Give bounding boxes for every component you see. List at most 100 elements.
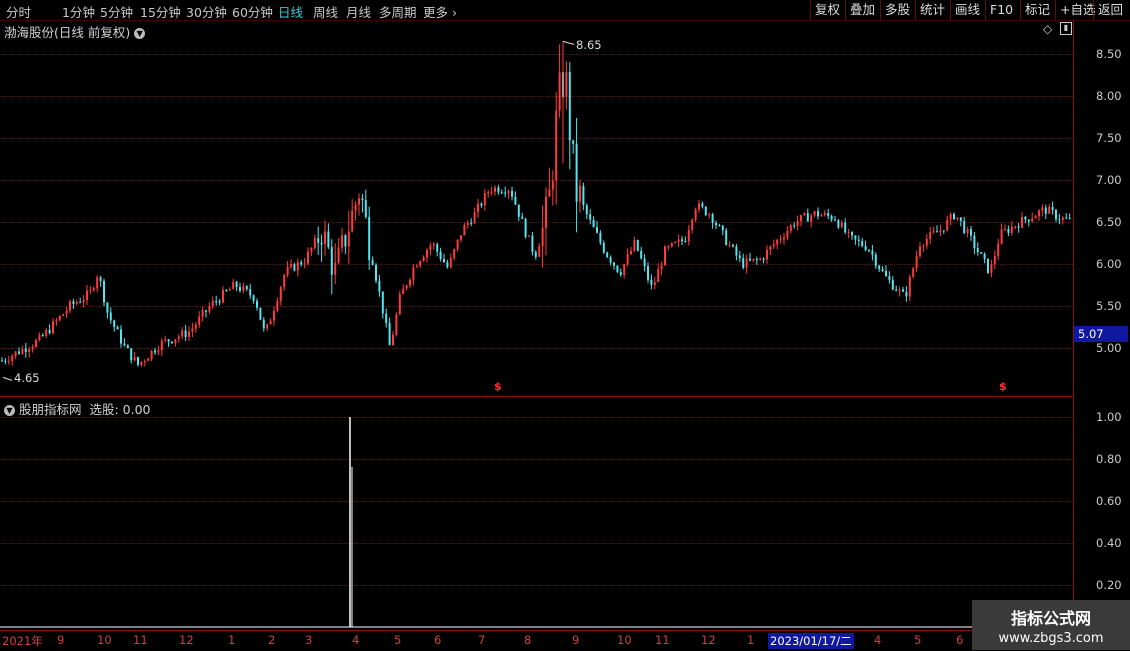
candle-body bbox=[823, 213, 826, 216]
period-tab[interactable]: 多周期 bbox=[379, 2, 417, 21]
period-tab[interactable]: 月线 bbox=[346, 2, 371, 21]
high-pointer bbox=[562, 40, 575, 45]
candle-body bbox=[143, 361, 146, 362]
candle-body bbox=[215, 301, 218, 303]
candle-body bbox=[613, 262, 615, 266]
period-tab[interactable]: 周线 bbox=[313, 2, 338, 21]
candle-body bbox=[1010, 226, 1013, 233]
candle-body bbox=[419, 261, 422, 266]
candle-body bbox=[857, 239, 860, 242]
y-tick-label: 5.50 bbox=[1096, 299, 1122, 313]
candle-body bbox=[800, 215, 802, 222]
candle-body bbox=[432, 244, 435, 246]
event-marker-icon[interactable]: $ bbox=[999, 380, 1007, 393]
button-fuquan[interactable]: 复权 bbox=[810, 0, 844, 20]
period-tab[interactable]: 60分钟 bbox=[232, 2, 273, 21]
button-biaoji[interactable]: 标记 bbox=[1020, 0, 1054, 20]
x-tick-label: 3 bbox=[305, 633, 313, 647]
toolbar: 分时 1分钟 5分钟 15分钟 30分钟 60分钟 日线 周线 月线 多周期 更… bbox=[0, 0, 1130, 21]
candle-body bbox=[483, 193, 486, 206]
candle-body bbox=[303, 263, 306, 265]
candle-body bbox=[177, 336, 180, 340]
candle-body bbox=[1000, 229, 1003, 244]
candle-body bbox=[378, 280, 381, 292]
candle-body bbox=[429, 245, 432, 251]
period-tab-more[interactable]: 更多 › bbox=[423, 2, 457, 21]
candle-body bbox=[395, 314, 398, 335]
candle-body bbox=[834, 219, 836, 221]
candle-body bbox=[687, 229, 690, 242]
candle-body bbox=[732, 244, 734, 247]
candle-body bbox=[35, 340, 37, 347]
candle-body bbox=[480, 203, 483, 206]
candle-body bbox=[497, 187, 500, 193]
button-duogu[interactable]: 多股 bbox=[880, 0, 914, 20]
x-tick-label: 12 bbox=[701, 633, 716, 647]
candle-body bbox=[721, 225, 724, 231]
period-tab[interactable]: 5分钟 bbox=[100, 2, 133, 21]
x-tick-label: 10 bbox=[97, 633, 112, 647]
candle-body bbox=[640, 250, 643, 259]
candle-body bbox=[245, 286, 248, 290]
x-tick-label: 6 bbox=[956, 633, 964, 647]
candle-body bbox=[667, 246, 670, 248]
x-cursor-date: 2023/01/17/二 bbox=[768, 633, 854, 649]
candle-body bbox=[902, 289, 904, 292]
period-tab[interactable]: 1分钟 bbox=[62, 2, 95, 21]
candle-body bbox=[1024, 216, 1027, 220]
indicator-chart[interactable] bbox=[0, 397, 1073, 630]
x-tick-label: 9 bbox=[57, 633, 65, 647]
button-diejia[interactable]: 叠加 bbox=[845, 0, 879, 20]
candle-body bbox=[538, 246, 541, 257]
indicator-y-axis-line bbox=[1073, 397, 1074, 630]
x-tick-label: 6 bbox=[434, 633, 442, 647]
candle-body bbox=[895, 289, 898, 291]
period-tab[interactable]: 分时 bbox=[6, 2, 31, 21]
candle-body bbox=[776, 240, 779, 245]
period-tab[interactable]: 15分钟 bbox=[140, 2, 181, 21]
candle-body bbox=[769, 246, 772, 250]
candle-body bbox=[1044, 207, 1047, 214]
button-f10[interactable]: F10 bbox=[985, 0, 1017, 20]
candle-body bbox=[477, 203, 479, 213]
candlestick-chart[interactable] bbox=[0, 20, 1073, 396]
x-tick-label: 11 bbox=[133, 633, 148, 647]
event-marker-icon[interactable]: $ bbox=[494, 380, 502, 393]
candle-body bbox=[354, 204, 357, 211]
candle-body bbox=[409, 279, 411, 286]
candle-body bbox=[939, 230, 942, 233]
candle-body bbox=[684, 241, 687, 242]
candle-body bbox=[167, 339, 170, 342]
button-huaxian[interactable]: 画线 bbox=[950, 0, 984, 20]
candle-body bbox=[1027, 219, 1030, 222]
button-fanhui[interactable]: 返回 bbox=[1093, 0, 1127, 20]
button-tongji[interactable]: 统计 bbox=[915, 0, 949, 20]
candle-body bbox=[650, 279, 653, 285]
candle-body bbox=[1068, 218, 1071, 220]
candle-body bbox=[922, 245, 925, 247]
candle-body bbox=[701, 203, 704, 207]
candle-body bbox=[198, 316, 201, 325]
period-tab[interactable]: 30分钟 bbox=[186, 2, 227, 21]
candle-body bbox=[572, 140, 575, 144]
candle-body bbox=[660, 265, 663, 270]
candle-body bbox=[946, 219, 949, 231]
period-tab-active[interactable]: 日线 bbox=[278, 2, 303, 21]
candle-body bbox=[959, 217, 962, 221]
candle-body bbox=[1051, 206, 1054, 211]
candle-body bbox=[52, 321, 54, 334]
candle-body bbox=[103, 280, 105, 303]
candle-body bbox=[38, 335, 41, 340]
candle-body bbox=[749, 258, 751, 261]
candle-body bbox=[545, 196, 547, 228]
candle-body bbox=[443, 259, 445, 263]
candle-body bbox=[1038, 210, 1040, 217]
candle-body bbox=[718, 225, 721, 227]
candle-body bbox=[456, 239, 459, 250]
candle-body bbox=[1031, 218, 1034, 222]
candle-body bbox=[670, 242, 673, 247]
y-tick-label: 8.50 bbox=[1096, 47, 1122, 61]
candle-body bbox=[361, 198, 364, 201]
candle-body bbox=[500, 192, 503, 194]
candle-body bbox=[589, 214, 592, 220]
